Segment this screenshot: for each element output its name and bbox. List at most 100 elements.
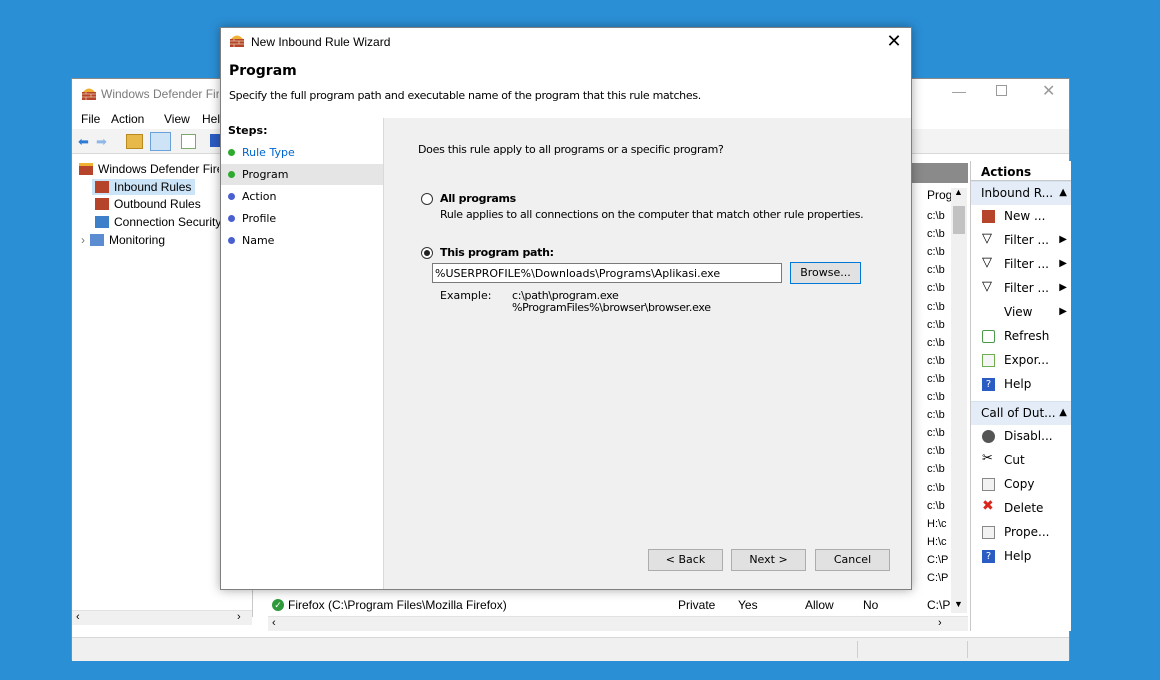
all-programs-description: Rule applies to all connections on the c… bbox=[440, 208, 864, 221]
program-cell: c:\b bbox=[927, 300, 945, 313]
action-prope[interactable]: Prope... bbox=[971, 521, 1071, 544]
action-disabl[interactable]: Disabl... bbox=[971, 425, 1071, 448]
actions-group-header[interactable]: Inbound R... ▲ bbox=[971, 181, 1071, 205]
scroll-left-icon[interactable]: ‹ bbox=[272, 617, 276, 629]
collapse-up-icon[interactable]: ▲ bbox=[1059, 187, 1067, 198]
program-cell: c:\b bbox=[927, 427, 945, 440]
action-label: Refresh bbox=[1004, 329, 1050, 343]
wizard-content: Does this rule apply to all programs or … bbox=[384, 118, 910, 589]
action-label: Disabl... bbox=[1004, 429, 1053, 443]
action-label: View bbox=[1004, 305, 1033, 319]
maximize-icon[interactable] bbox=[996, 85, 1007, 96]
actions-group-title: Inbound R... bbox=[981, 186, 1054, 200]
properties-icon bbox=[982, 526, 995, 539]
list-horizontal-scrollbar[interactable]: ‹ › bbox=[268, 616, 968, 631]
back-button[interactable]: < Back bbox=[648, 549, 723, 571]
expand-chevron-icon[interactable]: › bbox=[81, 233, 85, 247]
program-cell: c:\b bbox=[927, 210, 945, 222]
action-label: Prope... bbox=[1004, 525, 1050, 539]
export-list-icon[interactable] bbox=[181, 134, 196, 149]
tree-item-outbound-rules[interactable]: Outbound Rules bbox=[95, 197, 201, 211]
new-rule-icon bbox=[982, 210, 995, 223]
tree-item-connection-security[interactable]: Connection Security Rules bbox=[95, 215, 220, 229]
menu-view[interactable]: View bbox=[164, 112, 190, 126]
action-filter[interactable]: ▽ Filter ... ▶ bbox=[971, 229, 1071, 252]
program-cell: C:\P bbox=[927, 553, 949, 566]
program-cell: c:\b bbox=[927, 463, 945, 476]
action-delete[interactable]: ✖ Delete bbox=[971, 497, 1071, 520]
up-folder-icon[interactable] bbox=[126, 134, 143, 149]
list-header-strip bbox=[912, 163, 968, 183]
collapse-up-icon[interactable]: ▲ bbox=[1059, 407, 1067, 418]
action-label: Filter ... bbox=[1004, 281, 1049, 295]
program-path-label[interactable]: This program path: bbox=[440, 246, 554, 259]
scroll-up-icon[interactable]: ▲ bbox=[954, 187, 963, 197]
close-icon[interactable]: ✕ bbox=[881, 29, 907, 53]
next-button[interactable]: Next > bbox=[731, 549, 806, 571]
menu-action[interactable]: Action bbox=[111, 112, 144, 126]
page-description: Specify the full program path and execut… bbox=[229, 89, 701, 102]
tree-item-inbound-rules[interactable]: Inbound Rules bbox=[92, 179, 196, 195]
scroll-right-icon[interactable]: › bbox=[938, 617, 942, 629]
program-cell: c:\b bbox=[927, 372, 945, 385]
allow-check-icon: ✓ bbox=[272, 599, 284, 611]
action-expor[interactable]: Expor... bbox=[971, 349, 1071, 372]
scroll-right-icon[interactable]: › bbox=[237, 611, 241, 623]
action-filter[interactable]: ▽ Filter ... ▶ bbox=[971, 277, 1071, 300]
action-view[interactable]: View ▶ bbox=[971, 301, 1071, 324]
status-divider bbox=[967, 641, 968, 658]
step-profile: Profile bbox=[221, 208, 383, 229]
scroll-left-icon[interactable]: ‹ bbox=[76, 611, 80, 623]
tree-item-label: Outbound Rules bbox=[114, 197, 201, 211]
program-cell: c:\b bbox=[927, 409, 945, 422]
back-arrow-icon[interactable]: ⬅ bbox=[78, 134, 89, 150]
example-path-2: %ProgramFiles%\browser\browser.exe bbox=[512, 301, 711, 314]
scroll-down-icon[interactable]: ▼ bbox=[954, 599, 963, 609]
cancel-button[interactable]: Cancel bbox=[815, 549, 890, 571]
tree-item-monitoring[interactable]: › Monitoring bbox=[81, 233, 165, 247]
action-help[interactable]: ? Help bbox=[971, 545, 1071, 568]
action-filter[interactable]: ▽ Filter ... ▶ bbox=[971, 253, 1071, 276]
menu-file[interactable]: File bbox=[81, 112, 100, 126]
table-row[interactable]: ✓ Firefox (C:\Program Files\Mozilla Fire… bbox=[272, 597, 950, 615]
action-new[interactable]: New ... bbox=[971, 205, 1071, 228]
action-help[interactable]: ? Help bbox=[971, 373, 1071, 396]
close-icon[interactable]: ✕ bbox=[1042, 81, 1055, 101]
program-cell: c:\b bbox=[927, 282, 945, 295]
monitoring-icon bbox=[90, 234, 104, 246]
actions-header: Actions bbox=[971, 161, 1071, 181]
forward-arrow-icon[interactable]: ➡ bbox=[96, 134, 107, 150]
steps-panel: Steps: Rule Type Program Action Profile Name bbox=[221, 118, 384, 589]
vertical-scrollbar[interactable]: ▲ ▼ bbox=[951, 187, 967, 613]
action-copy[interactable]: Copy bbox=[971, 473, 1071, 496]
page-title: Program bbox=[229, 63, 297, 79]
action-cut[interactable]: ✂ Cut bbox=[971, 449, 1071, 472]
scrollbar-thumb[interactable] bbox=[953, 206, 965, 234]
tree-item-label: Inbound Rules bbox=[114, 180, 192, 194]
row-action: Allow bbox=[805, 598, 834, 612]
column-header-label: Prog bbox=[927, 188, 953, 202]
all-programs-label[interactable]: All programs bbox=[440, 192, 516, 205]
tree-horizontal-scrollbar[interactable]: ‹ › bbox=[72, 610, 252, 625]
program-cell: c:\b bbox=[927, 264, 945, 277]
row-profile: Private bbox=[678, 598, 716, 612]
step-status-dot-icon bbox=[228, 171, 235, 178]
program-path-input[interactable] bbox=[432, 263, 782, 283]
help-icon: ? bbox=[982, 550, 995, 563]
action-refresh[interactable]: Refresh bbox=[971, 325, 1071, 348]
browse-button[interactable]: Browse... bbox=[790, 262, 861, 284]
step-label: Rule Type bbox=[242, 146, 295, 159]
tree-item-root[interactable]: Windows Defender Firewall with Advanced … bbox=[79, 162, 219, 176]
minimize-icon[interactable]: — bbox=[952, 83, 966, 99]
program-path-radio[interactable] bbox=[421, 247, 433, 259]
show-hide-tree-icon[interactable] bbox=[150, 132, 171, 151]
step-label: Profile bbox=[242, 212, 277, 225]
program-cell: c:\b bbox=[927, 354, 945, 367]
column-header-program[interactable]: Prog bbox=[927, 188, 952, 202]
wizard-title: New Inbound Rule Wizard bbox=[251, 35, 391, 49]
all-programs-radio[interactable] bbox=[421, 193, 433, 205]
actions-pane: Actions Inbound R... ▲ New ... ▽ Filter ... ▶… bbox=[970, 161, 1071, 631]
actions-group-header[interactable]: Call of Dut... ▲ bbox=[971, 401, 1071, 425]
row-program: C:\P bbox=[927, 598, 951, 612]
program-cell: c:\b bbox=[927, 499, 945, 512]
